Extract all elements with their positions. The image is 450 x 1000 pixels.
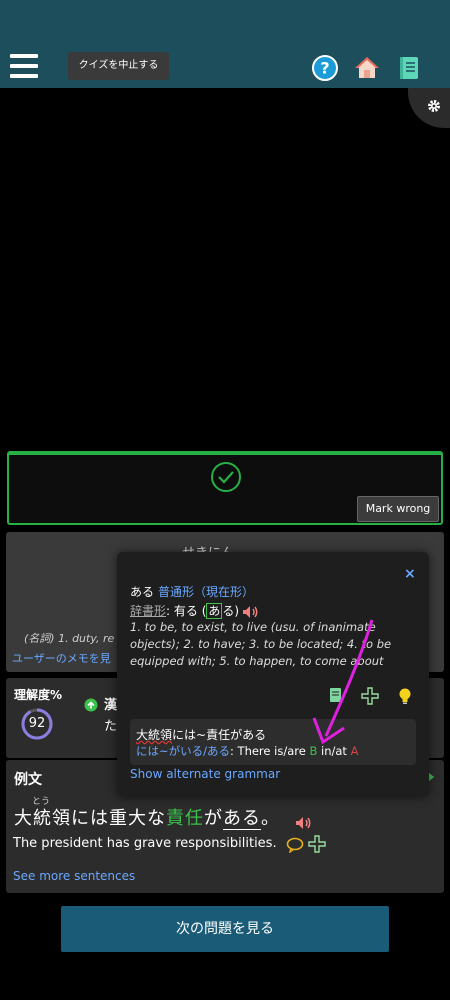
book-icon[interactable]: [396, 55, 422, 81]
grammar-title-word: 大統領: [136, 728, 173, 742]
popup-word: ある: [130, 585, 155, 599]
close-icon[interactable]: ×: [404, 566, 416, 582]
popup-definition: 1. to be, to exist, to live (usu. of ina…: [130, 620, 392, 668]
alternate-grammar-link[interactable]: Show alternate grammar: [130, 767, 280, 781]
grammar-pattern: には~がいる/ある: There is/are B in/at A: [136, 743, 358, 759]
help-icon[interactable]: ?: [312, 55, 338, 81]
sentence-part: 。: [261, 808, 280, 829]
svg-text:?: ?: [320, 59, 329, 78]
arrow-up-circle-icon: [84, 698, 98, 712]
popup-form[interactable]: 普通形（現在形）: [158, 585, 254, 599]
example-sentence: 大統領には重大な責任がある。: [14, 804, 280, 830]
grammar-text: in/at: [317, 744, 351, 758]
dict-form-label: 辞書形: [130, 604, 167, 618]
word-definition: (名詞) 1. duty, re: [24, 632, 115, 645]
popup-dict-line: 辞書形: 有る (ある): [130, 602, 260, 619]
sentence-highlight: 責任: [166, 808, 204, 829]
mark-wrong-button[interactable]: Mark wrong: [357, 496, 439, 522]
word-info-popup: × ある 普通形（現在形） 辞書形: 有る (ある) 1. to be, to e…: [117, 552, 429, 797]
score-value: 92: [28, 716, 46, 731]
user-memo-link[interactable]: ユーザーのメモを見: [12, 650, 116, 666]
settings-tab[interactable]: [408, 88, 450, 128]
grammar-text: : There is/are: [230, 744, 310, 758]
popup-word-line: ある 普通形（現在形）: [130, 583, 254, 600]
note-icon[interactable]: [329, 687, 343, 703]
examples-heading: 例文: [14, 772, 42, 788]
sentence-part: が: [204, 808, 223, 829]
top-bar: クイズを中止する ?: [0, 0, 450, 88]
dict-form-kana: あ: [206, 603, 223, 619]
home-icon[interactable]: [354, 55, 380, 81]
quit-quiz-button[interactable]: クイズを中止する: [68, 52, 169, 80]
speaker-icon[interactable]: [295, 816, 313, 830]
grammar-title-rest: には~責任がある: [172, 728, 267, 742]
sentence-underlined[interactable]: ある: [223, 808, 261, 830]
dict-form-tail: る): [222, 604, 240, 618]
grammar-pattern-link[interactable]: には~がいる/ある: [136, 744, 230, 758]
sentence-part: 大統領には重大な: [14, 808, 166, 829]
add-icon[interactable]: [308, 835, 326, 853]
next-question-button[interactable]: 次の問題を見る: [61, 906, 389, 952]
check-circle-icon: [211, 462, 241, 492]
grammar-a: A: [350, 744, 359, 758]
correct-result-box: Mark wrong: [7, 451, 443, 525]
kanji-label: 漢: [104, 698, 118, 713]
see-more-sentences-link[interactable]: See more sentences: [13, 869, 135, 883]
dict-form-sep: : 有る (: [166, 604, 207, 618]
add-icon[interactable]: [361, 687, 379, 705]
kanji-label-line2: た: [104, 719, 118, 734]
gear-icon: [428, 100, 440, 112]
menu-icon[interactable]: [10, 54, 38, 78]
sentence-translation: The president has grave responsibilities…: [13, 836, 277, 851]
comment-icon[interactable]: [286, 837, 304, 853]
grammar-title: 大統領には~責任がある: [136, 726, 266, 743]
speaker-icon[interactable]: [242, 605, 260, 619]
lightbulb-icon[interactable]: [398, 687, 412, 705]
grammar-box[interactable]: 大統領には~責任がある には~がいる/ある: There is/are B in…: [130, 719, 416, 765]
comprehension-label: 理解度%: [14, 688, 63, 702]
